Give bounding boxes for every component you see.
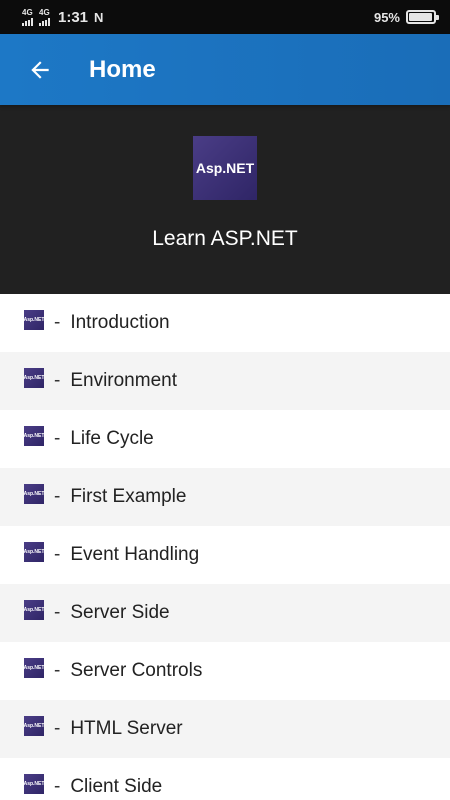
aspnet-logo-icon: Asp.NET <box>24 716 44 736</box>
logo-text: Asp.NET <box>195 160 255 176</box>
list-item[interactable]: Asp.NET - Client Side <box>0 758 450 800</box>
battery-percent: 95% <box>373 9 400 25</box>
list-item-label: Server Controls <box>70 660 203 681</box>
aspnet-logo-icon: Asp.NET <box>24 600 44 620</box>
network-label-2: 4G <box>39 7 50 17</box>
list-item[interactable]: Asp.NET - Event Handling <box>0 526 450 584</box>
topic-list: Asp.NET - Introduction Asp.NET - Environment A… <box>0 294 450 800</box>
list-item-label: First Example <box>70 486 187 507</box>
aspnet-logo-icon: Asp.NET <box>24 310 44 330</box>
list-item-label: Life Cycle <box>70 428 154 449</box>
app-bar: Home <box>0 34 450 105</box>
list-item-label: Environment <box>70 370 177 391</box>
list-item-label: Client Side <box>70 776 163 797</box>
back-button[interactable] <box>0 34 80 105</box>
list-item-dash: - <box>54 486 61 507</box>
aspnet-logo-icon: Asp.NET <box>24 542 44 562</box>
network-indicator-1: 4G <box>22 7 33 26</box>
list-item-dash: - <box>54 776 61 797</box>
aspnet-logo-icon: Asp.NET <box>24 368 44 388</box>
aspnet-logo-icon: Asp.NET <box>24 426 44 446</box>
list-item-label: Server Side <box>70 602 170 623</box>
list-item[interactable]: Asp.NET - Life Cycle <box>0 410 450 468</box>
battery-icon <box>406 10 439 24</box>
arrow-left-icon <box>31 60 49 79</box>
status-right: 95% <box>373 9 439 25</box>
status-bar: 4G 4G 1:31 N 95% <box>0 0 450 34</box>
list-item-label: HTML Server <box>70 718 183 739</box>
list-item-dash: - <box>54 660 61 681</box>
list-item-dash: - <box>54 370 61 391</box>
page-title: Home <box>89 55 156 83</box>
status-time: 1:31 <box>58 8 89 26</box>
list-item[interactable]: Asp.NET - Environment <box>0 352 450 410</box>
list-item[interactable]: Asp.NET - Server Controls <box>0 642 450 700</box>
list-item-dash: - <box>54 312 61 333</box>
list-item[interactable]: Asp.NET - Server Side <box>0 584 450 642</box>
banner-title: Learn ASP.NET <box>152 227 298 250</box>
header-banner: Asp.NET Learn ASP.NET <box>0 105 450 294</box>
nfc-icon: N <box>94 9 104 25</box>
list-item[interactable]: Asp.NET - HTML Server <box>0 700 450 758</box>
app-logo: Asp.NET <box>193 136 257 200</box>
network-indicator-2: 4G <box>39 7 50 26</box>
list-item-dash: - <box>54 718 61 739</box>
list-item-label: Event Handling <box>70 544 200 565</box>
status-left: 4G 4G 1:31 N <box>22 7 104 26</box>
signal-bars-icon <box>39 17 50 26</box>
list-item-label: Introduction <box>70 312 170 333</box>
list-item-dash: - <box>54 544 61 565</box>
list-item[interactable]: Asp.NET - Introduction <box>0 294 450 352</box>
list-item[interactable]: Asp.NET - First Example <box>0 468 450 526</box>
aspnet-logo-icon: Asp.NET <box>24 658 44 678</box>
aspnet-logo-icon: Asp.NET <box>24 774 44 794</box>
signal-bars-icon <box>22 17 33 26</box>
aspnet-logo-icon: Asp.NET <box>24 484 44 504</box>
network-label-1: 4G <box>22 7 33 17</box>
battery-fill <box>409 13 432 21</box>
list-item-dash: - <box>54 602 61 623</box>
list-item-dash: - <box>54 428 61 449</box>
